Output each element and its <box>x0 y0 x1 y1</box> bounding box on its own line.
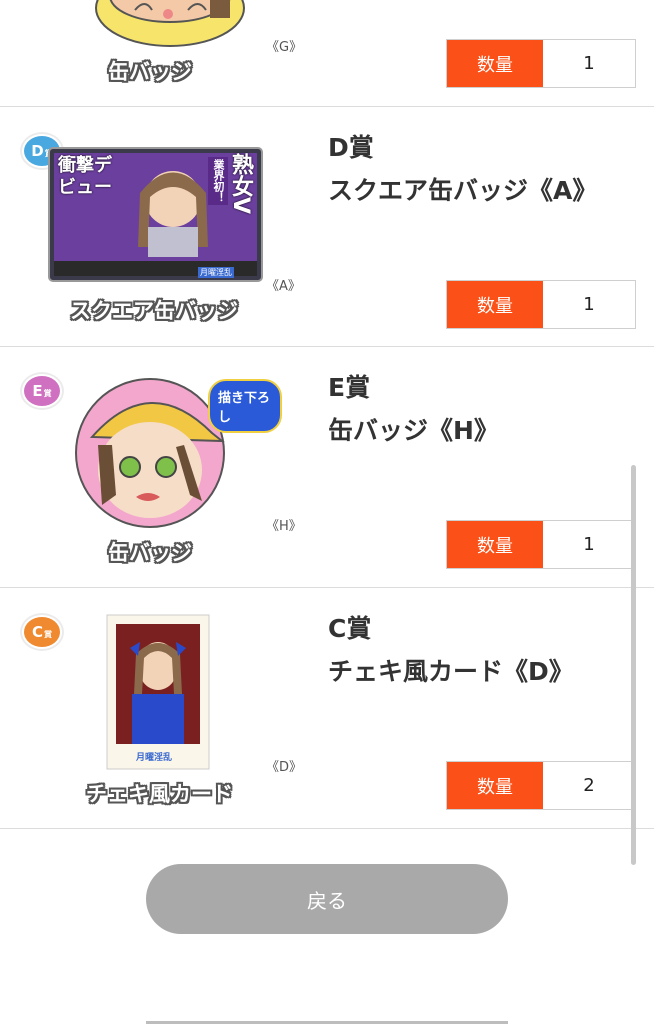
prize-badge-e: E賞 <box>22 374 62 408</box>
back-button[interactable]: 戻る <box>146 864 508 934</box>
prize-row-c: C賞 月曜淫乱 チェキ風カード 《D》 C賞 チェキ風カード《D》 数量 2 <box>0 588 654 829</box>
quantity-box: 数量 2 <box>446 761 636 810</box>
prize-row-g: 缶バッジ 《G》 数量 1 <box>0 0 654 107</box>
item-caption: 缶バッジ <box>108 60 192 84</box>
art-logo: 月曜淫乱 <box>198 267 234 278</box>
quantity-label: 数量 <box>447 521 543 568</box>
item-thumbnail: 描き下ろし <box>72 375 282 535</box>
variant-tag: 《D》 <box>266 760 303 775</box>
cheki-card-image <box>106 614 210 770</box>
art-logo: 月曜淫乱 <box>136 753 173 763</box>
variant-tag: 《A》 <box>266 279 301 294</box>
prize-rank: C賞 <box>328 614 372 643</box>
art-bubble: 描き下ろし <box>208 379 282 433</box>
quantity-label: 数量 <box>447 281 543 328</box>
item-caption: 缶バッジ <box>108 541 192 565</box>
prize-row-e: E賞 描き下ろし 缶バッジ 《H》 E賞 缶バッジ《H》 数量 1 <box>0 347 654 588</box>
quantity-value: 2 <box>543 762 635 809</box>
prize-rank: E賞 <box>328 373 371 402</box>
item-name: スクエア缶バッジ《A》 <box>328 176 598 205</box>
prize-row-d: D賞 業界初！ 熟女V 衝撃デビュー 月曜淫乱 スクエア缶バッジ 《A》 D賞 … <box>0 107 654 347</box>
item-caption: チェキ風カード <box>86 782 233 806</box>
quantity-value: 1 <box>543 40 635 87</box>
art-text-3: 衝撃デビュー <box>58 155 112 198</box>
quantity-value: 1 <box>543 281 635 328</box>
item-name: 缶バッジ《H》 <box>328 416 499 445</box>
variant-tag: 《G》 <box>266 40 303 55</box>
quantity-box: 数量 1 <box>446 520 636 569</box>
quantity-box: 数量 1 <box>446 39 636 88</box>
item-thumbnail <box>20 0 270 60</box>
item-caption: スクエア缶バッジ <box>70 299 238 323</box>
quantity-box: 数量 1 <box>446 280 636 329</box>
can-badge-g-image <box>95 0 245 47</box>
scrollbar[interactable] <box>631 465 636 865</box>
prize-rank: D賞 <box>328 133 374 162</box>
prize-badge-c: C賞 <box>22 615 62 649</box>
variant-tag: 《H》 <box>266 519 302 534</box>
art-text-2: 熟女V <box>228 153 253 215</box>
item-thumbnail: 月曜淫乱 <box>106 614 210 770</box>
quantity-value: 1 <box>543 521 635 568</box>
item-name: チェキ風カード《D》 <box>328 657 574 686</box>
item-thumbnail: 業界初！ 熟女V 衝撃デビュー 月曜淫乱 <box>48 147 263 282</box>
quantity-label: 数量 <box>447 40 543 87</box>
quantity-label: 数量 <box>447 762 543 809</box>
